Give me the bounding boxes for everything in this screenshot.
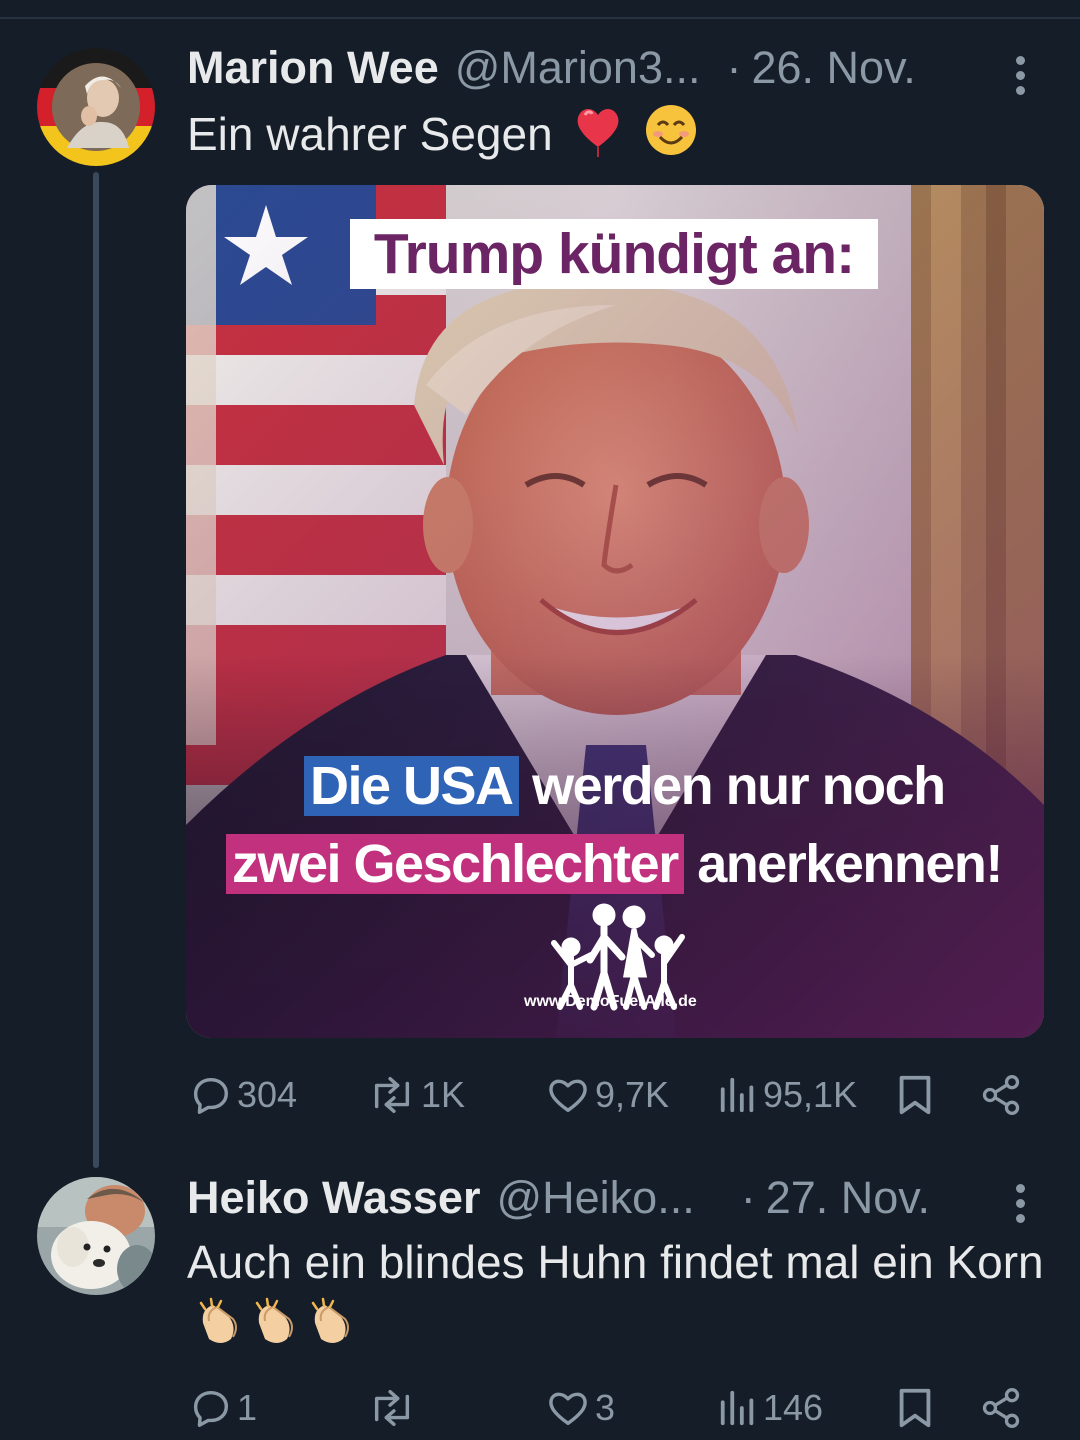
repost-count: 1K bbox=[421, 1074, 466, 1115]
avatar[interactable] bbox=[37, 1177, 155, 1295]
reply-button[interactable]: 1 bbox=[187, 1378, 257, 1438]
top-divider bbox=[0, 17, 1080, 19]
share-button[interactable] bbox=[979, 1065, 1023, 1125]
analytics-icon bbox=[720, 1077, 754, 1113]
tweet-actions: 304 1K 9,7K 95,1K bbox=[187, 1065, 1030, 1125]
like-button[interactable]: 9,7K bbox=[545, 1065, 669, 1125]
tweet[interactable]: Marion Wee @Marion3... · 26. Nov. Ein wa… bbox=[0, 20, 1080, 1168]
tweet-text-content: Ein wahrer Segen bbox=[187, 108, 553, 160]
clapping-hands-icon bbox=[307, 1297, 355, 1363]
reply-icon bbox=[193, 1077, 229, 1114]
claim-text: werden nur noch bbox=[532, 756, 946, 816]
tweet-text-content: Auch ein blindes Huhn findet mal ein Kor… bbox=[187, 1236, 1044, 1288]
reply-icon bbox=[193, 1390, 229, 1427]
like-count: 9,7K bbox=[595, 1074, 670, 1115]
heart-balloon-icon bbox=[573, 103, 623, 173]
highlight-blue-text: Die USA bbox=[304, 756, 519, 816]
clapping-hands-icon bbox=[251, 1297, 299, 1363]
tweet-text: Auch ein blindes Huhn findet mal ein Kor… bbox=[187, 1230, 1047, 1363]
image-artwork bbox=[186, 185, 1044, 1038]
image-claim-line-1: Die USA werden nur noch bbox=[304, 755, 946, 817]
claim-text: anerkennen! bbox=[697, 834, 1003, 894]
like-count: 3 bbox=[595, 1387, 616, 1428]
author-name[interactable]: Marion Wee bbox=[187, 42, 439, 94]
bookmark-button[interactable] bbox=[895, 1378, 935, 1438]
image-headline: Trump kündigt an: bbox=[350, 219, 878, 289]
analytics-icon bbox=[720, 1390, 754, 1426]
avatar[interactable] bbox=[37, 48, 155, 166]
more-options-icon[interactable] bbox=[1008, 1184, 1032, 1226]
thread-connector-line bbox=[93, 172, 99, 1168]
reply-count: 304 bbox=[237, 1074, 298, 1115]
tweet-header: Marion Wee @Marion3... · 26. Nov. bbox=[187, 42, 970, 94]
tweet-header: Heiko Wasser @Heiko... · 27. Nov. bbox=[187, 1172, 970, 1224]
share-icon bbox=[982, 1075, 1020, 1115]
share-button[interactable] bbox=[979, 1378, 1023, 1438]
tweet-text: Ein wahrer Segen bbox=[187, 102, 698, 173]
heart-icon bbox=[549, 1079, 587, 1113]
share-icon bbox=[982, 1388, 1020, 1428]
reply-button[interactable]: 304 bbox=[187, 1065, 297, 1125]
tweet-date[interactable]: 27. Nov. bbox=[766, 1172, 930, 1224]
repost-button[interactable] bbox=[367, 1378, 421, 1438]
repost-button[interactable]: 1K bbox=[367, 1065, 465, 1125]
separator: · bbox=[726, 42, 742, 93]
views-button[interactable]: 146 bbox=[717, 1378, 823, 1438]
avatar-photo bbox=[37, 1177, 155, 1295]
smiling-face-icon bbox=[644, 103, 698, 173]
tweet-image[interactable]: Trump kündigt an: Die USA werden nur noc… bbox=[186, 185, 1044, 1038]
bookmark-icon bbox=[899, 1075, 931, 1115]
like-button[interactable]: 3 bbox=[545, 1378, 615, 1438]
author-handle[interactable]: @Marion3... bbox=[455, 42, 701, 94]
tweet[interactable]: Heiko Wasser @Heiko... · 27. Nov. Auch e… bbox=[0, 1150, 1080, 1440]
image-logo-url: www.DemoFuerAlle.de bbox=[524, 993, 697, 1010]
tweet-actions: 1 3 146 bbox=[187, 1378, 1030, 1438]
view-count: 95,1K bbox=[763, 1074, 858, 1115]
separator: · bbox=[740, 1172, 756, 1223]
heart-icon bbox=[549, 1392, 587, 1426]
more-options-icon[interactable] bbox=[1008, 56, 1032, 98]
clapping-hands-icon bbox=[195, 1297, 243, 1363]
author-handle[interactable]: @Heiko... bbox=[496, 1172, 694, 1224]
repost-icon bbox=[374, 1389, 410, 1427]
reply-count: 1 bbox=[237, 1387, 258, 1428]
repost-icon bbox=[374, 1076, 410, 1114]
bookmark-button[interactable] bbox=[895, 1065, 935, 1125]
tweet-date[interactable]: 26. Nov. bbox=[751, 42, 915, 94]
highlight-pink-text: zwei Geschlechter bbox=[226, 834, 684, 894]
avatar-photo bbox=[37, 48, 155, 166]
bookmark-icon bbox=[899, 1388, 931, 1428]
views-button[interactable]: 95,1K bbox=[717, 1065, 857, 1125]
view-count: 146 bbox=[763, 1387, 824, 1428]
image-claim-line-2: zwei Geschlechter anerkennen! bbox=[226, 833, 1003, 895]
author-name[interactable]: Heiko Wasser bbox=[187, 1172, 480, 1224]
